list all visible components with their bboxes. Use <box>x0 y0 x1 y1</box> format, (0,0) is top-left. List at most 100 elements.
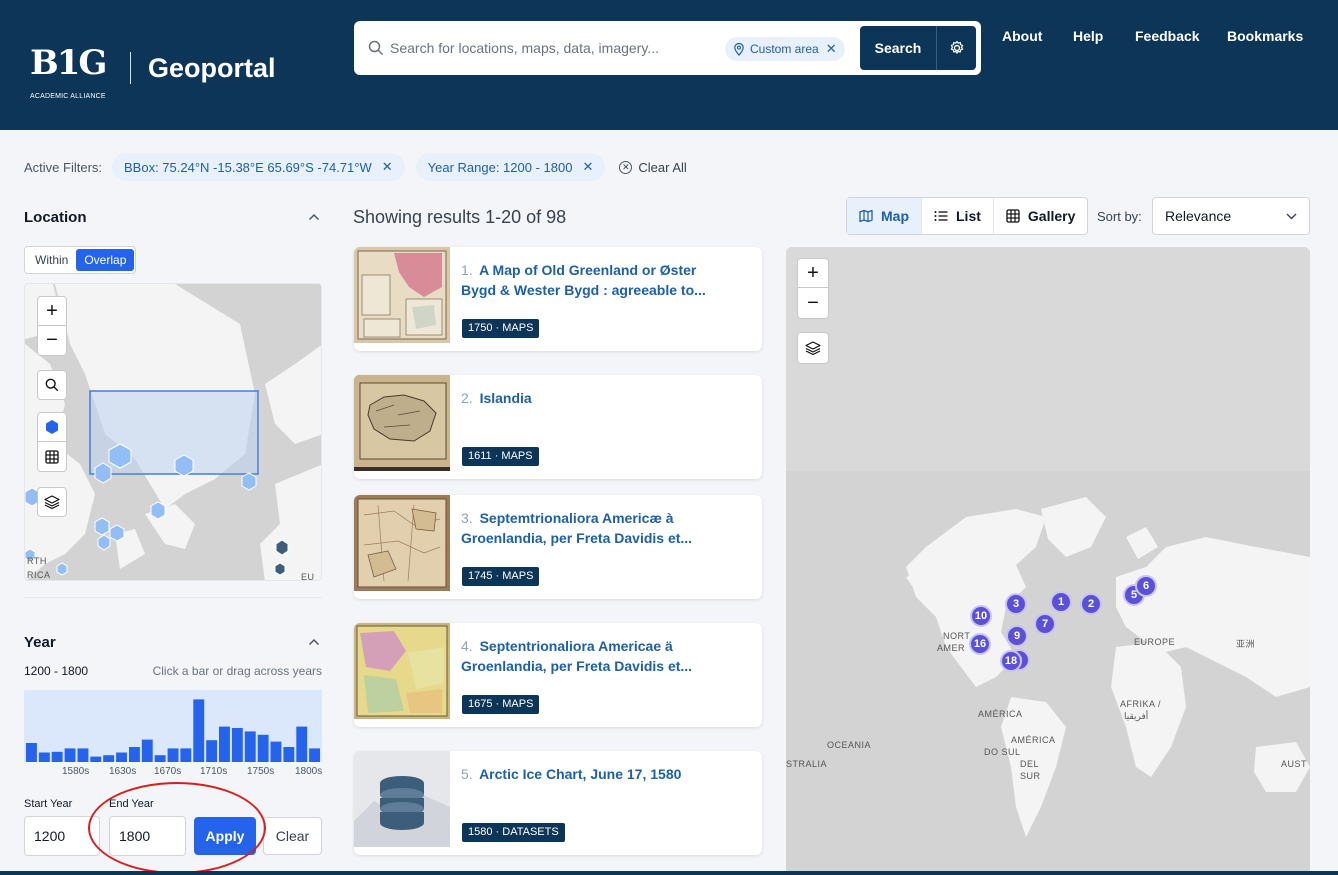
mode-within[interactable]: Within <box>27 249 76 271</box>
nav-about[interactable]: About <box>1002 28 1042 44</box>
layers-button[interactable] <box>37 487 67 517</box>
search-input[interactable] <box>390 35 720 61</box>
result-thumbnail[interactable] <box>354 375 450 471</box>
grid-layer-button[interactable] <box>37 442 67 472</box>
map-cluster-marker[interactable]: 2 <box>1080 593 1102 615</box>
database-icon[interactable] <box>354 751 450 847</box>
histogram-tick: 1710s <box>200 766 228 777</box>
result-card[interactable]: 1. A Map of Old Greenland or Øster Bygd … <box>354 247 762 351</box>
filter-chip-year[interactable]: Year Range: 1200 - 1800 ✕ <box>415 153 606 181</box>
close-icon[interactable]: ✕ <box>382 159 393 175</box>
result-title[interactable]: 4. Septentrionaliora Americae ä Groenlan… <box>461 636 721 676</box>
histogram-bar[interactable] <box>26 743 37 762</box>
histogram-bar[interactable] <box>51 751 63 762</box>
nav-feedback[interactable]: Feedback <box>1135 28 1200 44</box>
result-thumbnail[interactable] <box>354 623 450 719</box>
histogram-bar[interactable] <box>116 752 127 763</box>
histogram-bar[interactable] <box>167 748 179 762</box>
location-heading: Location <box>24 209 87 226</box>
histogram-bar[interactable] <box>77 748 89 762</box>
histogram-bar[interactable] <box>154 755 166 762</box>
histogram-bar[interactable] <box>180 748 192 762</box>
histogram-bar[interactable] <box>206 740 218 762</box>
clear-all-button[interactable]: ✕ Clear All <box>619 160 687 175</box>
map-cluster-marker[interactable]: 6 <box>1135 575 1157 597</box>
map-search-button[interactable] <box>37 370 67 400</box>
result-card[interactable]: 5. Arctic Ice Chart, June 17, 1580 1580 … <box>354 751 762 855</box>
mode-overlap[interactable]: Overlap <box>76 249 135 271</box>
chevron-up-icon[interactable] <box>308 213 320 221</box>
histogram-bar[interactable] <box>231 728 243 762</box>
result-card[interactable]: 4. Septentrionaliora Americae ä Groenlan… <box>354 623 762 727</box>
year-histogram[interactable] <box>24 690 322 762</box>
histogram-bar[interactable] <box>103 755 115 762</box>
layers-button[interactable] <box>797 332 829 364</box>
histogram-bar[interactable] <box>193 699 205 762</box>
map-cluster-marker[interactable]: 16 <box>969 633 991 655</box>
histogram-bar[interactable] <box>38 752 50 763</box>
map-cluster-marker[interactable]: 3 <box>1005 593 1027 615</box>
view-list-label: List <box>956 208 981 224</box>
zoom-out-button[interactable]: − <box>797 288 829 319</box>
histogram-bar[interactable] <box>90 756 102 762</box>
search-button[interactable]: Search <box>860 26 936 70</box>
histogram-bar[interactable] <box>283 747 295 762</box>
clear-year-button[interactable]: Clear <box>263 817 322 855</box>
b1g-logo[interactable]: B1G ACADEMIC ALLIANCE <box>30 46 112 100</box>
location-minimap[interactable]: RTH RICA EU + − <box>24 283 322 581</box>
map-cluster-marker[interactable]: 18 <box>1000 650 1022 672</box>
sort-select[interactable]: Relevance <box>1152 197 1310 235</box>
nav-help[interactable]: Help <box>1073 28 1103 44</box>
view-list-button[interactable]: List <box>922 198 994 234</box>
histogram-bar[interactable] <box>257 734 269 762</box>
custom-area-chip[interactable]: Custom area ✕ <box>725 37 845 61</box>
filter-chip-bbox[interactable]: BBox: 75.24°N -15.38°E 65.69°S -74.71°W … <box>112 153 405 181</box>
results-map[interactable]: EUROPE NORT AMER AMÉRICA AMÉRICA DO SUL … <box>786 247 1310 875</box>
hex-layer-button[interactable] <box>37 412 67 442</box>
end-year-input[interactable] <box>109 816 186 856</box>
close-icon[interactable]: ✕ <box>826 41 837 57</box>
nav-bookmarks[interactable]: Bookmarks <box>1227 28 1303 44</box>
apply-button[interactable]: Apply <box>194 817 256 855</box>
result-number: 5. <box>461 766 473 782</box>
view-gallery-button[interactable]: Gallery <box>994 198 1087 234</box>
close-icon[interactable]: ✕ <box>582 159 593 175</box>
zoom-in-button[interactable]: + <box>37 296 67 326</box>
search-settings-button[interactable] <box>936 26 976 70</box>
result-title[interactable]: 1. A Map of Old Greenland or Øster Bygd … <box>461 260 721 300</box>
result-card[interactable]: 3. Septemtrionaliora Americæ à Groenland… <box>354 495 762 599</box>
map-cluster-marker[interactable]: 9 <box>1006 625 1028 647</box>
start-year-input[interactable] <box>24 816 100 856</box>
histogram-bar[interactable] <box>270 741 282 762</box>
histogram-tick: 1750s <box>247 766 275 777</box>
app-title[interactable]: Geoportal <box>148 53 276 84</box>
histogram-bar[interactable] <box>296 726 308 762</box>
result-thumbnail[interactable] <box>354 247 450 343</box>
histogram-bar[interactable] <box>64 748 76 762</box>
zoom-in-button[interactable]: + <box>797 258 829 288</box>
results-map-canvas <box>786 247 1310 875</box>
result-title[interactable]: 2. Islandia <box>461 388 721 408</box>
result-title[interactable]: 5. Arctic Ice Chart, June 17, 1580 <box>461 764 721 784</box>
result-card[interactable]: 2. Islandia 1611 · MAPS <box>354 375 762 479</box>
map-cluster-marker[interactable]: 7 <box>1034 613 1056 635</box>
result-thumbnail[interactable] <box>354 495 450 591</box>
site-header: B1G ACADEMIC ALLIANCE Geoportal Custom a… <box>0 0 1338 130</box>
map-cluster-marker[interactable]: 1 <box>1050 591 1072 613</box>
view-toggle: Map List Gallery <box>846 197 1089 235</box>
zoom-out-button[interactable]: − <box>37 326 67 356</box>
histogram-bar[interactable] <box>244 731 256 762</box>
histogram-bar[interactable] <box>129 747 140 762</box>
result-title[interactable]: 3. Septemtrionaliora Americæ à Groenland… <box>461 508 721 548</box>
location-mode-toggle: Within Overlap <box>24 246 136 274</box>
histogram-bar[interactable] <box>219 726 230 762</box>
histogram-tick: 1580s <box>62 766 90 777</box>
view-map-button[interactable]: Map <box>847 198 922 234</box>
histogram-bar[interactable] <box>309 748 320 762</box>
filter-chip-label: BBox: 75.24°N -15.38°E 65.69°S -74.71°W <box>124 159 372 175</box>
result-number: 2. <box>461 390 473 406</box>
histogram-bar[interactable] <box>141 739 153 762</box>
chevron-up-icon[interactable] <box>308 638 320 646</box>
search-icon <box>45 378 59 392</box>
map-cluster-marker[interactable]: 10 <box>970 605 992 627</box>
